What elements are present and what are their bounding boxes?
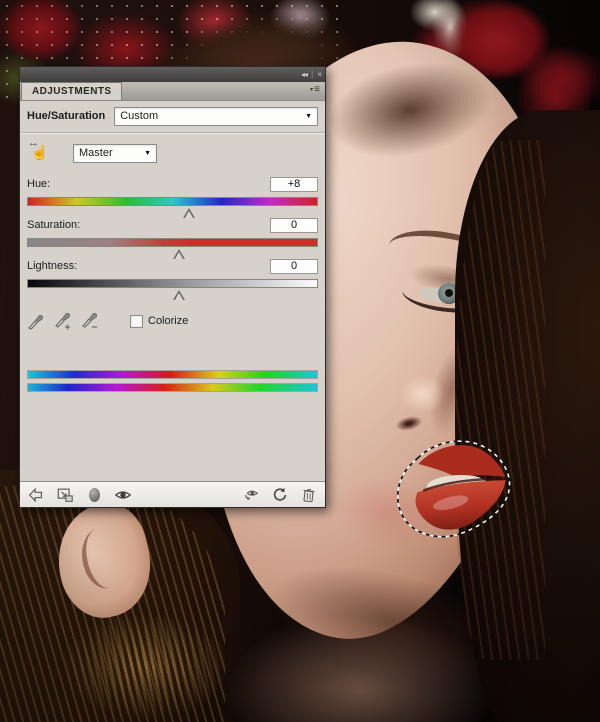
colorize-label: Colorize [148,315,188,327]
colorize-checkbox[interactable] [130,315,143,328]
lightness-label: Lightness: [27,260,77,272]
toggle-visibility-eye-icon[interactable] [113,485,133,505]
hue-slider-marker[interactable] [183,208,195,218]
targeted-adjustment-tool-icon[interactable]: ↔ ☝ [27,141,51,165]
view-previous-state-icon[interactable] [241,485,261,505]
hue-label: Hue: [27,178,50,190]
panel-tabbar: ADJUSTMENTS ▾ ≡ [20,82,325,101]
channel-value: Master [79,147,113,159]
collapse-to-icons-icon[interactable]: ◂◂ [301,71,307,79]
dropdown-arrow-icon: ▼ [144,150,151,157]
saturation-label: Saturation: [27,219,80,231]
titlebar-separator: | [311,70,313,79]
tab-adjustments[interactable]: ADJUSTMENTS [21,82,122,100]
lightness-value-input[interactable]: 0 [270,259,318,274]
hue-ramp-original [27,370,318,379]
hue-ramp-adjusted [27,383,318,392]
divider [20,132,325,134]
hue-slider-track[interactable] [27,197,318,206]
saturation-value-input[interactable]: 0 [270,218,318,233]
subtract-from-sample-eyedropper-icon[interactable] [81,312,100,331]
hue-value-input[interactable]: +8 [270,177,318,192]
reset-icon[interactable] [270,485,290,505]
panel-titlebar: ◂◂ | × [20,67,325,82]
panel-content: Hue/Saturation Custom ▼ ↔ ☝ Master ▼ Hue… [20,101,325,481]
delete-adjustment-trash-icon[interactable] [299,485,319,505]
adjustments-panel: ◂◂ | × ADJUSTMENTS ▾ ≡ Hue/Saturation Cu… [19,66,326,508]
channel-dropdown[interactable]: Master ▼ [73,144,157,163]
tab-label: ADJUSTMENTS [32,86,111,97]
add-to-sample-eyedropper-icon[interactable] [54,312,73,331]
lightness-slider-marker[interactable] [173,290,185,300]
panel-menu-icon[interactable]: ▾ ≡ [310,85,320,95]
preset-dropdown[interactable]: Custom ▼ [114,107,318,126]
lightness-slider-track[interactable] [27,279,318,288]
clip-to-layer-icon[interactable] [84,485,104,505]
return-to-adjustment-list-icon[interactable] [26,485,46,505]
saturation-slider-marker[interactable] [173,249,185,259]
eyedropper-icon[interactable] [27,312,46,331]
preset-value: Custom [120,110,158,122]
close-icon[interactable]: × [317,71,321,79]
dropdown-arrow-icon: ▼ [305,113,312,120]
panel-footer [20,481,325,507]
saturation-slider-track[interactable] [27,238,318,247]
adjustment-title: Hue/Saturation [27,110,105,122]
expanded-view-icon[interactable] [55,485,75,505]
lips-selection-region [386,429,530,562]
